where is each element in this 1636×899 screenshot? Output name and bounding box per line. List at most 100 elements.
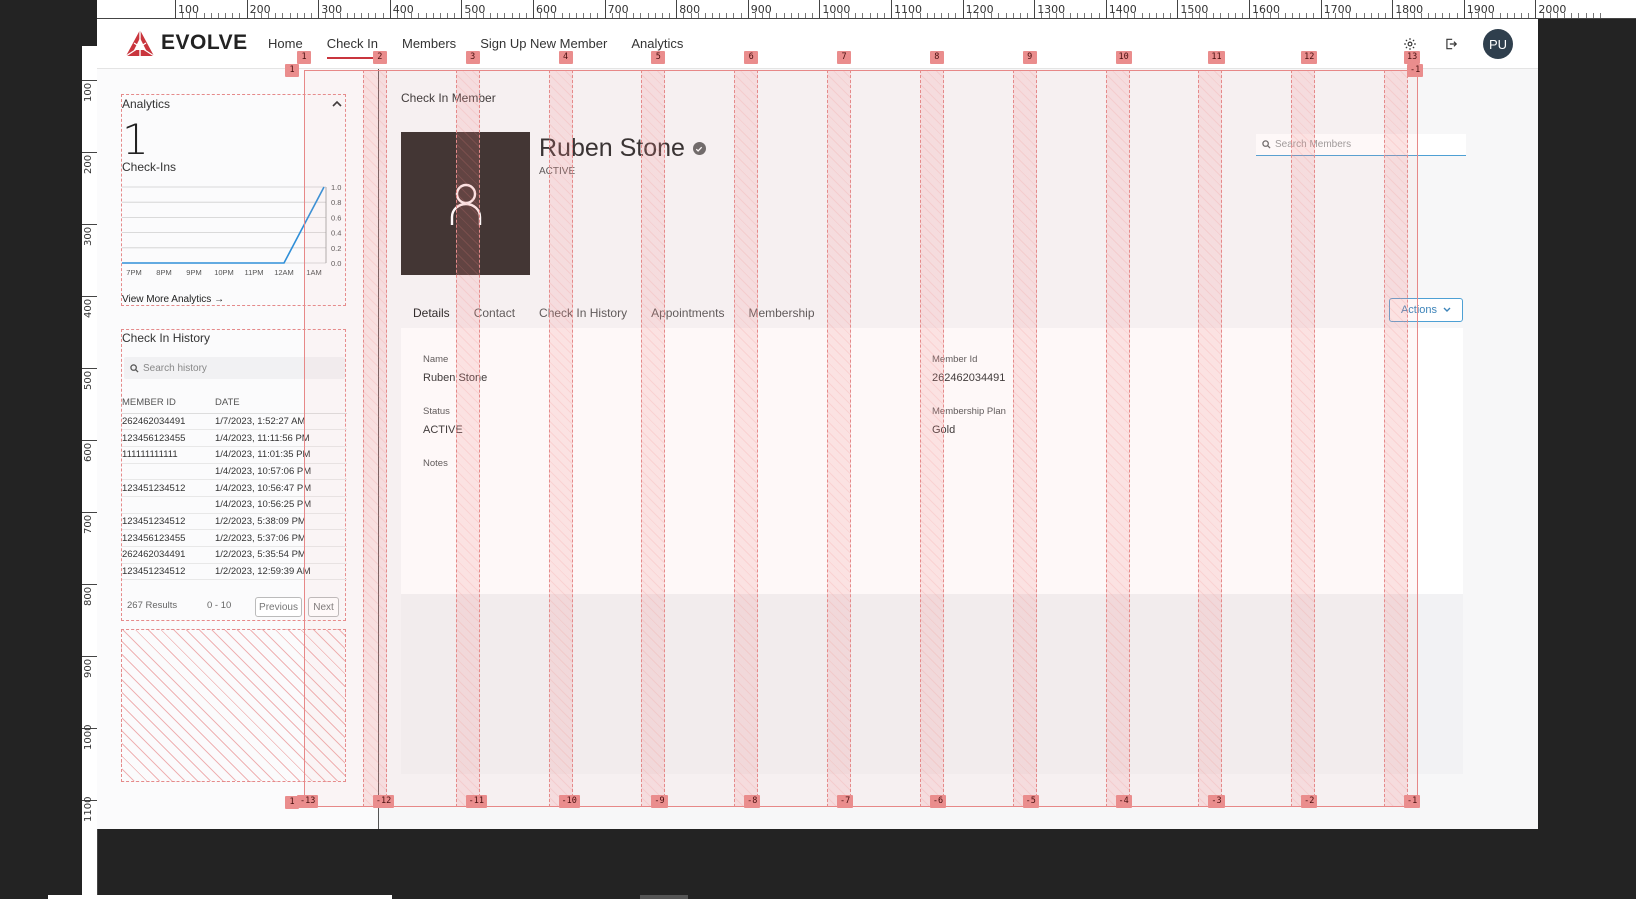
ruler-top-minor-tick — [1299, 13, 1301, 18]
ruler-top-minor-tick — [332, 13, 334, 18]
ruler-top-minor-tick — [475, 13, 477, 18]
chevron-up-icon[interactable] — [331, 99, 343, 109]
brand-logo[interactable]: EVOLVE — [125, 29, 248, 57]
ruler-top-minor-tick — [239, 13, 241, 18]
ruler-left-label: 1100 — [83, 796, 94, 822]
ruler-top-minor-tick — [1478, 13, 1480, 18]
ruler-top-minor-tick — [862, 13, 864, 18]
history-row[interactable]: 1/4/2023, 10:57:06 PM — [122, 463, 347, 481]
membership-plan-value: Gold — [932, 424, 956, 436]
ruler-top-minor-tick — [1277, 13, 1279, 18]
history-member-id: 123451234512 — [122, 563, 215, 581]
gear-icon[interactable] — [1400, 34, 1420, 54]
membership-plan-label: Membership Plan — [932, 406, 1006, 417]
ruler-top-minor-tick — [826, 13, 828, 18]
tab-membership[interactable]: Membership — [736, 302, 827, 330]
status-value: ACTIVE — [423, 424, 463, 436]
tab-appointments[interactable]: Appointments — [639, 302, 737, 330]
ruler-top-minor-tick — [1385, 13, 1387, 18]
ruler-top-minor-tick — [912, 13, 914, 18]
ruler-top-minor-tick — [1585, 13, 1587, 18]
details-panel: Name Ruben Stone Member Id 262462034491 … — [401, 328, 1463, 594]
status-label: Status — [423, 406, 450, 417]
logout-icon[interactable] — [1441, 34, 1461, 54]
ruler-top-minor-tick — [1442, 13, 1444, 18]
ruler-top-minor-tick — [1284, 13, 1286, 18]
history-member-id: 111111111111 — [122, 446, 215, 464]
tab-check-in-history[interactable]: Check In History — [527, 302, 640, 330]
nav-home[interactable]: Home — [268, 19, 303, 69]
ruler-top-minor-tick — [926, 13, 928, 18]
actions-dropdown-button[interactable]: Actions — [1389, 298, 1463, 322]
member-search-input[interactable]: Search Members — [1256, 134, 1466, 156]
checkins-line-chart: 1.0 0.8 0.6 0.4 0.2 0.0 7PM 8PM 9PM 10PM 11PM 12AM 1… — [122, 185, 341, 277]
nav-members[interactable]: Members — [402, 19, 456, 69]
ruler-top-minor-tick — [1134, 13, 1136, 18]
ruler-top-minor-tick — [490, 13, 492, 18]
history-row[interactable]: 262462034491 1/7/2023, 1:52:27 AM — [122, 413, 347, 431]
next-button[interactable]: Next — [308, 597, 339, 617]
chart-xtick-label: 1AM — [306, 268, 321, 277]
ruler-top-tick — [962, 0, 964, 18]
ruler-top-minor-tick — [754, 13, 756, 18]
user-avatar[interactable]: PU — [1483, 29, 1513, 59]
ruler-top-minor-tick — [354, 13, 355, 18]
history-row[interactable]: 123451234512 1/2/2023, 12:59:39 AM — [122, 563, 347, 581]
nav-analytics[interactable]: Analytics — [631, 19, 683, 69]
history-row[interactable]: 123451234512 1/2/2023, 5:38:09 PM — [122, 513, 347, 531]
ruler-top-minor-tick — [1163, 13, 1165, 18]
ruler-top-tick — [1105, 0, 1107, 18]
ruler-top-tick — [1177, 0, 1179, 18]
ruler-top-tick — [1320, 0, 1322, 18]
history-row[interactable]: 111111111111 1/4/2023, 11:01:35 PM — [122, 446, 347, 464]
ruler-top-tick — [461, 0, 463, 18]
ruler-top-minor-tick — [640, 13, 642, 18]
view-more-analytics-link[interactable]: View More Analytics → — [122, 294, 224, 305]
main-nav: Home Check In Members Sign Up New Member… — [268, 19, 683, 69]
history-search-input[interactable]: Search history — [124, 357, 345, 379]
verified-check-icon — [692, 142, 706, 155]
nav-sign-up[interactable]: Sign Up New Member — [480, 19, 607, 69]
member-photo[interactable] — [401, 132, 530, 275]
ruler-top-minor-tick — [1148, 13, 1150, 18]
ruler-top-minor-tick — [561, 13, 563, 18]
previous-button[interactable]: Previous — [255, 597, 302, 617]
history-row[interactable]: 1/4/2023, 10:56:25 PM — [122, 496, 347, 514]
ruler-top-minor-tick — [282, 13, 284, 18]
ruler-top-minor-tick — [575, 13, 577, 18]
ruler-top-minor-tick — [1127, 13, 1129, 18]
history-row[interactable]: 123451234512 1/4/2023, 10:56:47 PM — [122, 479, 347, 497]
arrow-right-icon: → — [214, 294, 225, 305]
history-date: 1/4/2023, 10:57:06 PM — [215, 463, 347, 481]
tab-details[interactable]: Details — [401, 302, 462, 330]
ruler-top-minor-tick — [1091, 13, 1093, 18]
history-row[interactable]: 123456123455 1/2/2023, 5:37:06 PM — [122, 529, 347, 547]
ruler-top: 100 200 300 400 500 600 700 800 900 1000 1100 1200 1… — [97, 0, 1636, 19]
ruler-top-minor-tick — [633, 13, 635, 18]
ruler-top-minor-tick — [182, 13, 184, 18]
ruler-top-minor-tick — [905, 13, 907, 18]
ruler-top-minor-tick — [525, 13, 527, 18]
empty-hatched-area — [121, 629, 346, 782]
ruler-top-minor-tick — [783, 13, 785, 18]
nav-check-in[interactable]: Check In — [326, 19, 379, 69]
ruler-top-minor-tick — [1342, 13, 1344, 18]
ruler-left-tick — [82, 440, 97, 441]
ruler-top-tick — [1463, 0, 1465, 18]
ruler-left-label: 200 — [83, 154, 94, 174]
ruler-top-minor-tick — [647, 13, 649, 18]
ruler-top-minor-tick — [1041, 13, 1043, 18]
ruler-top-minor-tick — [1456, 13, 1458, 18]
ruler-top-tick — [175, 0, 176, 18]
chart-series-line — [122, 186, 325, 264]
history-row[interactable]: 123456123455 1/4/2023, 11:11:56 PM — [122, 429, 347, 447]
tab-contact[interactable]: Contact — [461, 302, 528, 330]
history-member-id: 123456123455 — [122, 429, 215, 447]
ruler-top-minor-tick — [1206, 13, 1208, 18]
history-row[interactable]: 262462034491 1/2/2023, 5:35:54 PM — [122, 546, 347, 564]
ruler-left-label: 400 — [83, 298, 94, 318]
brand-name: EVOLVE — [161, 31, 248, 54]
ruler-top-minor-tick — [840, 13, 842, 18]
ruler-top-minor-tick — [611, 13, 613, 18]
chart-ytick-label: 0.4 — [331, 229, 341, 238]
